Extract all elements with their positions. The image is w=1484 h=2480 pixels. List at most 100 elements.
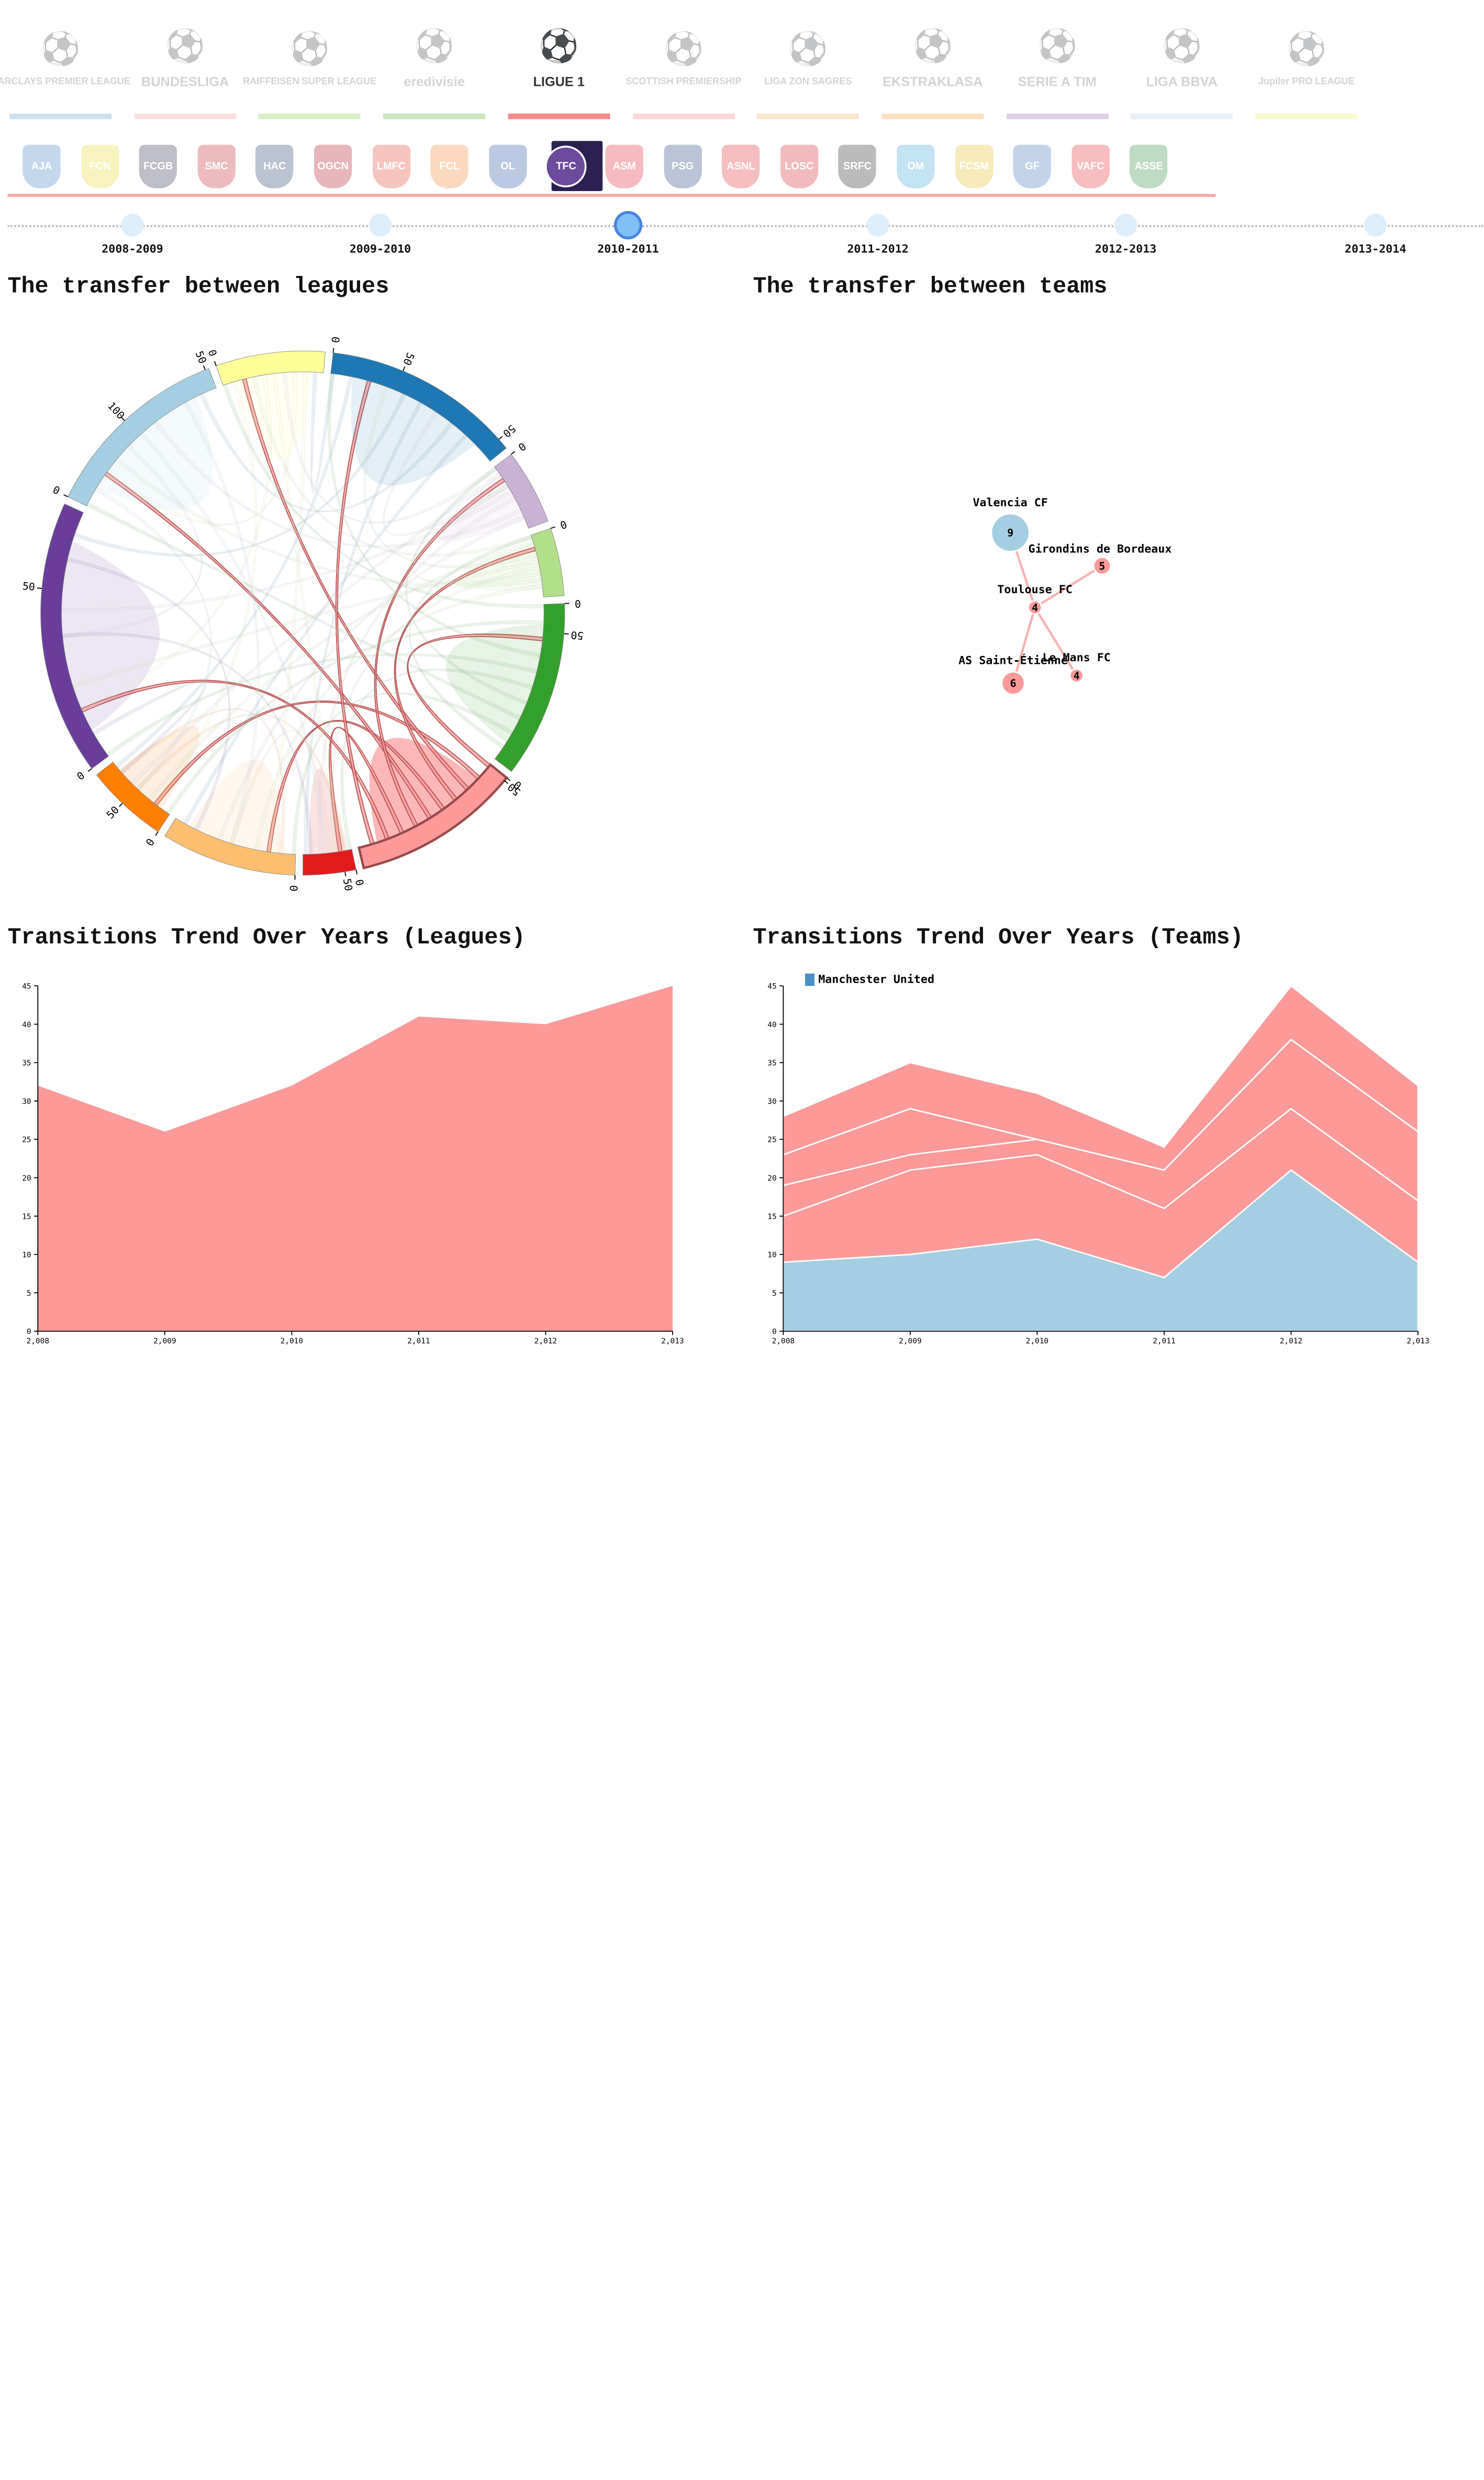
leagues-trend-area-chart: 0510152025303540452,0082,0092,0102,0112,…: [0, 965, 700, 1353]
season-timeline-axis: [7, 225, 1483, 227]
league-color-bar: [632, 114, 734, 119]
network-node-value: 6: [1010, 677, 1017, 689]
team-fcl[interactable]: FCL: [425, 140, 474, 193]
team-abbr: OGCN: [317, 161, 349, 172]
team-srfc[interactable]: SRFC: [833, 140, 882, 193]
league-jupiler-pro-league[interactable]: ⚽Jupiler PRO LEAGUE: [1255, 7, 1357, 121]
team-hac[interactable]: HAC: [250, 140, 299, 193]
season-dot[interactable]: [1114, 214, 1137, 236]
chord-tick: [119, 803, 122, 807]
season-dot[interactable]: [614, 211, 642, 239]
season-dot[interactable]: [369, 214, 392, 236]
team-ogcn[interactable]: OGCN: [308, 140, 358, 193]
team-tfc[interactable]: TFC: [541, 140, 590, 193]
team-abbr: FCSM: [959, 161, 989, 172]
season-2011-2012[interactable]: 2011-2012: [821, 214, 935, 266]
team-abbr: ASNL: [727, 161, 755, 172]
league-color-bar: [508, 114, 610, 119]
team-om[interactable]: OM: [891, 140, 940, 193]
team-network-graph[interactable]: 9Valencia CF5Girondins de Bordeaux4Toulo…: [738, 303, 1457, 899]
leagues-trend-title: Transitions Trend Over Years (Leagues): [7, 925, 525, 951]
league-liga-zon-sagres[interactable]: ⚽LIGA ZON SAGRES: [757, 7, 859, 121]
team-asse[interactable]: ASSE: [1124, 140, 1174, 193]
lorient-crest-icon: FCL: [431, 145, 468, 188]
league-bundesliga[interactable]: ⚽BUNDESLIGA: [134, 7, 236, 121]
team-aja[interactable]: AJA: [17, 140, 66, 193]
season-dot[interactable]: [121, 214, 143, 236]
chord-tick-label: 50: [400, 351, 416, 367]
x-tick-label: 2,011: [1153, 1337, 1175, 1345]
team-gf[interactable]: GF: [1008, 140, 1057, 193]
league-name: BARCLAYS PREMIER LEAGUE: [0, 76, 130, 86]
network-node-value: 4: [1074, 670, 1080, 682]
team-abbr: SMC: [205, 161, 228, 172]
network-node-value: 5: [1099, 560, 1105, 572]
network-node-value: 4: [1032, 602, 1038, 614]
y-tick-label: 5: [772, 1289, 777, 1298]
scottish-lion-icon: ⚽SCOTTISH PREMIERSHIP: [636, 12, 731, 108]
season-2012-2013[interactable]: 2012-2013: [1069, 214, 1182, 266]
league-barclays-premier-league[interactable]: ⚽BARCLAYS PREMIER LEAGUE: [9, 7, 111, 121]
teams-trend-area-chart: 0510152025303540452,0082,0092,0102,0112,…: [745, 965, 1445, 1353]
chord-tick: [564, 633, 568, 634]
bundesliga-player-icon: ⚽BUNDESLIGA: [138, 12, 232, 108]
network-node-label: Valencia CF: [973, 496, 1048, 509]
chord-tick-label: 0: [329, 336, 341, 344]
season-2013-2014[interactable]: 2013-2014: [1319, 214, 1432, 266]
chord-tick-label: 100: [105, 400, 127, 422]
team-asm[interactable]: ASM: [600, 140, 649, 193]
team-fcn[interactable]: FCN: [75, 140, 125, 193]
season-label: 2008-2009: [76, 242, 189, 255]
valenciennes-crest-icon: VAFC: [1072, 145, 1109, 188]
league-ekstraklasa[interactable]: ⚽EKSTRAKLASA: [882, 7, 984, 121]
team-fcsm[interactable]: FCSM: [950, 140, 999, 193]
x-tick-label: 2,013: [661, 1337, 684, 1345]
league-emblem: ⚽: [912, 30, 953, 68]
caen-crest-icon: SMC: [197, 145, 235, 188]
chord-tick-label: 0: [51, 484, 62, 497]
team-smc[interactable]: SMC: [192, 140, 241, 193]
y-tick-label: 15: [767, 1213, 776, 1221]
league-raiffeisen-super-league[interactable]: ⚽RAIFFEISEN SUPER LEAGUE: [259, 7, 361, 121]
league-scottish-premiership[interactable]: ⚽SCOTTISH PREMIERSHIP: [632, 7, 734, 121]
team-abbr: FCL: [439, 161, 460, 172]
team-abbr: ASSE: [1135, 161, 1163, 172]
team-abbr: OL: [500, 161, 515, 172]
league-eredivisie[interactable]: ⚽eredivisie: [383, 7, 485, 121]
auxerre-crest-icon: AJA: [23, 145, 60, 188]
team-losc[interactable]: LOSC: [775, 140, 824, 193]
network-node-label: Le Mans FC: [1042, 651, 1110, 664]
season-label: 2012-2013: [1069, 242, 1182, 255]
network-node-toulouse-fc[interactable]: 4Toulouse FC: [997, 583, 1073, 614]
league-ligue-1[interactable]: ⚽LIGUE 1: [508, 7, 610, 121]
league-emblem: ⚽: [414, 30, 454, 68]
league-color-bar: [757, 114, 859, 119]
y-tick-label: 45: [767, 983, 776, 991]
league-selector: ⚽BARCLAYS PREMIER LEAGUE ⚽BUNDESLIGA ⚽RAIF…: [9, 7, 1484, 121]
chord-tick: [204, 365, 205, 370]
liga-bbva-ball-icon: ⚽LIGA BBVA: [1134, 12, 1229, 108]
y-tick-label: 35: [767, 1059, 776, 1067]
season-2009-2010[interactable]: 2009-2010: [323, 214, 437, 266]
team-ol[interactable]: OL: [483, 140, 532, 193]
team-asnl[interactable]: ASNL: [716, 140, 765, 193]
x-tick-label: 2,010: [281, 1337, 303, 1345]
league-liga-bbva[interactable]: ⚽LIGA BBVA: [1131, 7, 1233, 121]
eredivisie-ball-icon: ⚽eredivisie: [387, 12, 482, 108]
team-fcgb[interactable]: FCGB: [133, 140, 183, 193]
team-lmfc[interactable]: LMFC: [366, 140, 416, 193]
season-2008-2009[interactable]: 2008-2009: [76, 214, 189, 266]
network-node-girondins-de-bordeaux[interactable]: 5Girondins de Bordeaux: [1028, 542, 1171, 574]
rennes-crest-icon: SRFC: [839, 145, 876, 188]
x-tick-label: 2,009: [153, 1337, 176, 1345]
league-serie-a-tim[interactable]: ⚽SERIE A TIM: [1006, 7, 1108, 121]
season-2010-2011[interactable]: 2010-2011: [572, 214, 685, 266]
league-chord-diagram[interactable]: 050005000501000500500500500050: [0, 312, 606, 898]
nantes-crest-icon: FCN: [81, 145, 119, 188]
season-dot[interactable]: [866, 214, 889, 236]
season-dot[interactable]: [1364, 214, 1387, 236]
y-tick-label: 40: [22, 1021, 31, 1029]
team-vafc[interactable]: VAFC: [1066, 140, 1115, 193]
chart-legend: Manchester United: [805, 973, 934, 986]
team-psg[interactable]: PSG: [658, 140, 707, 193]
